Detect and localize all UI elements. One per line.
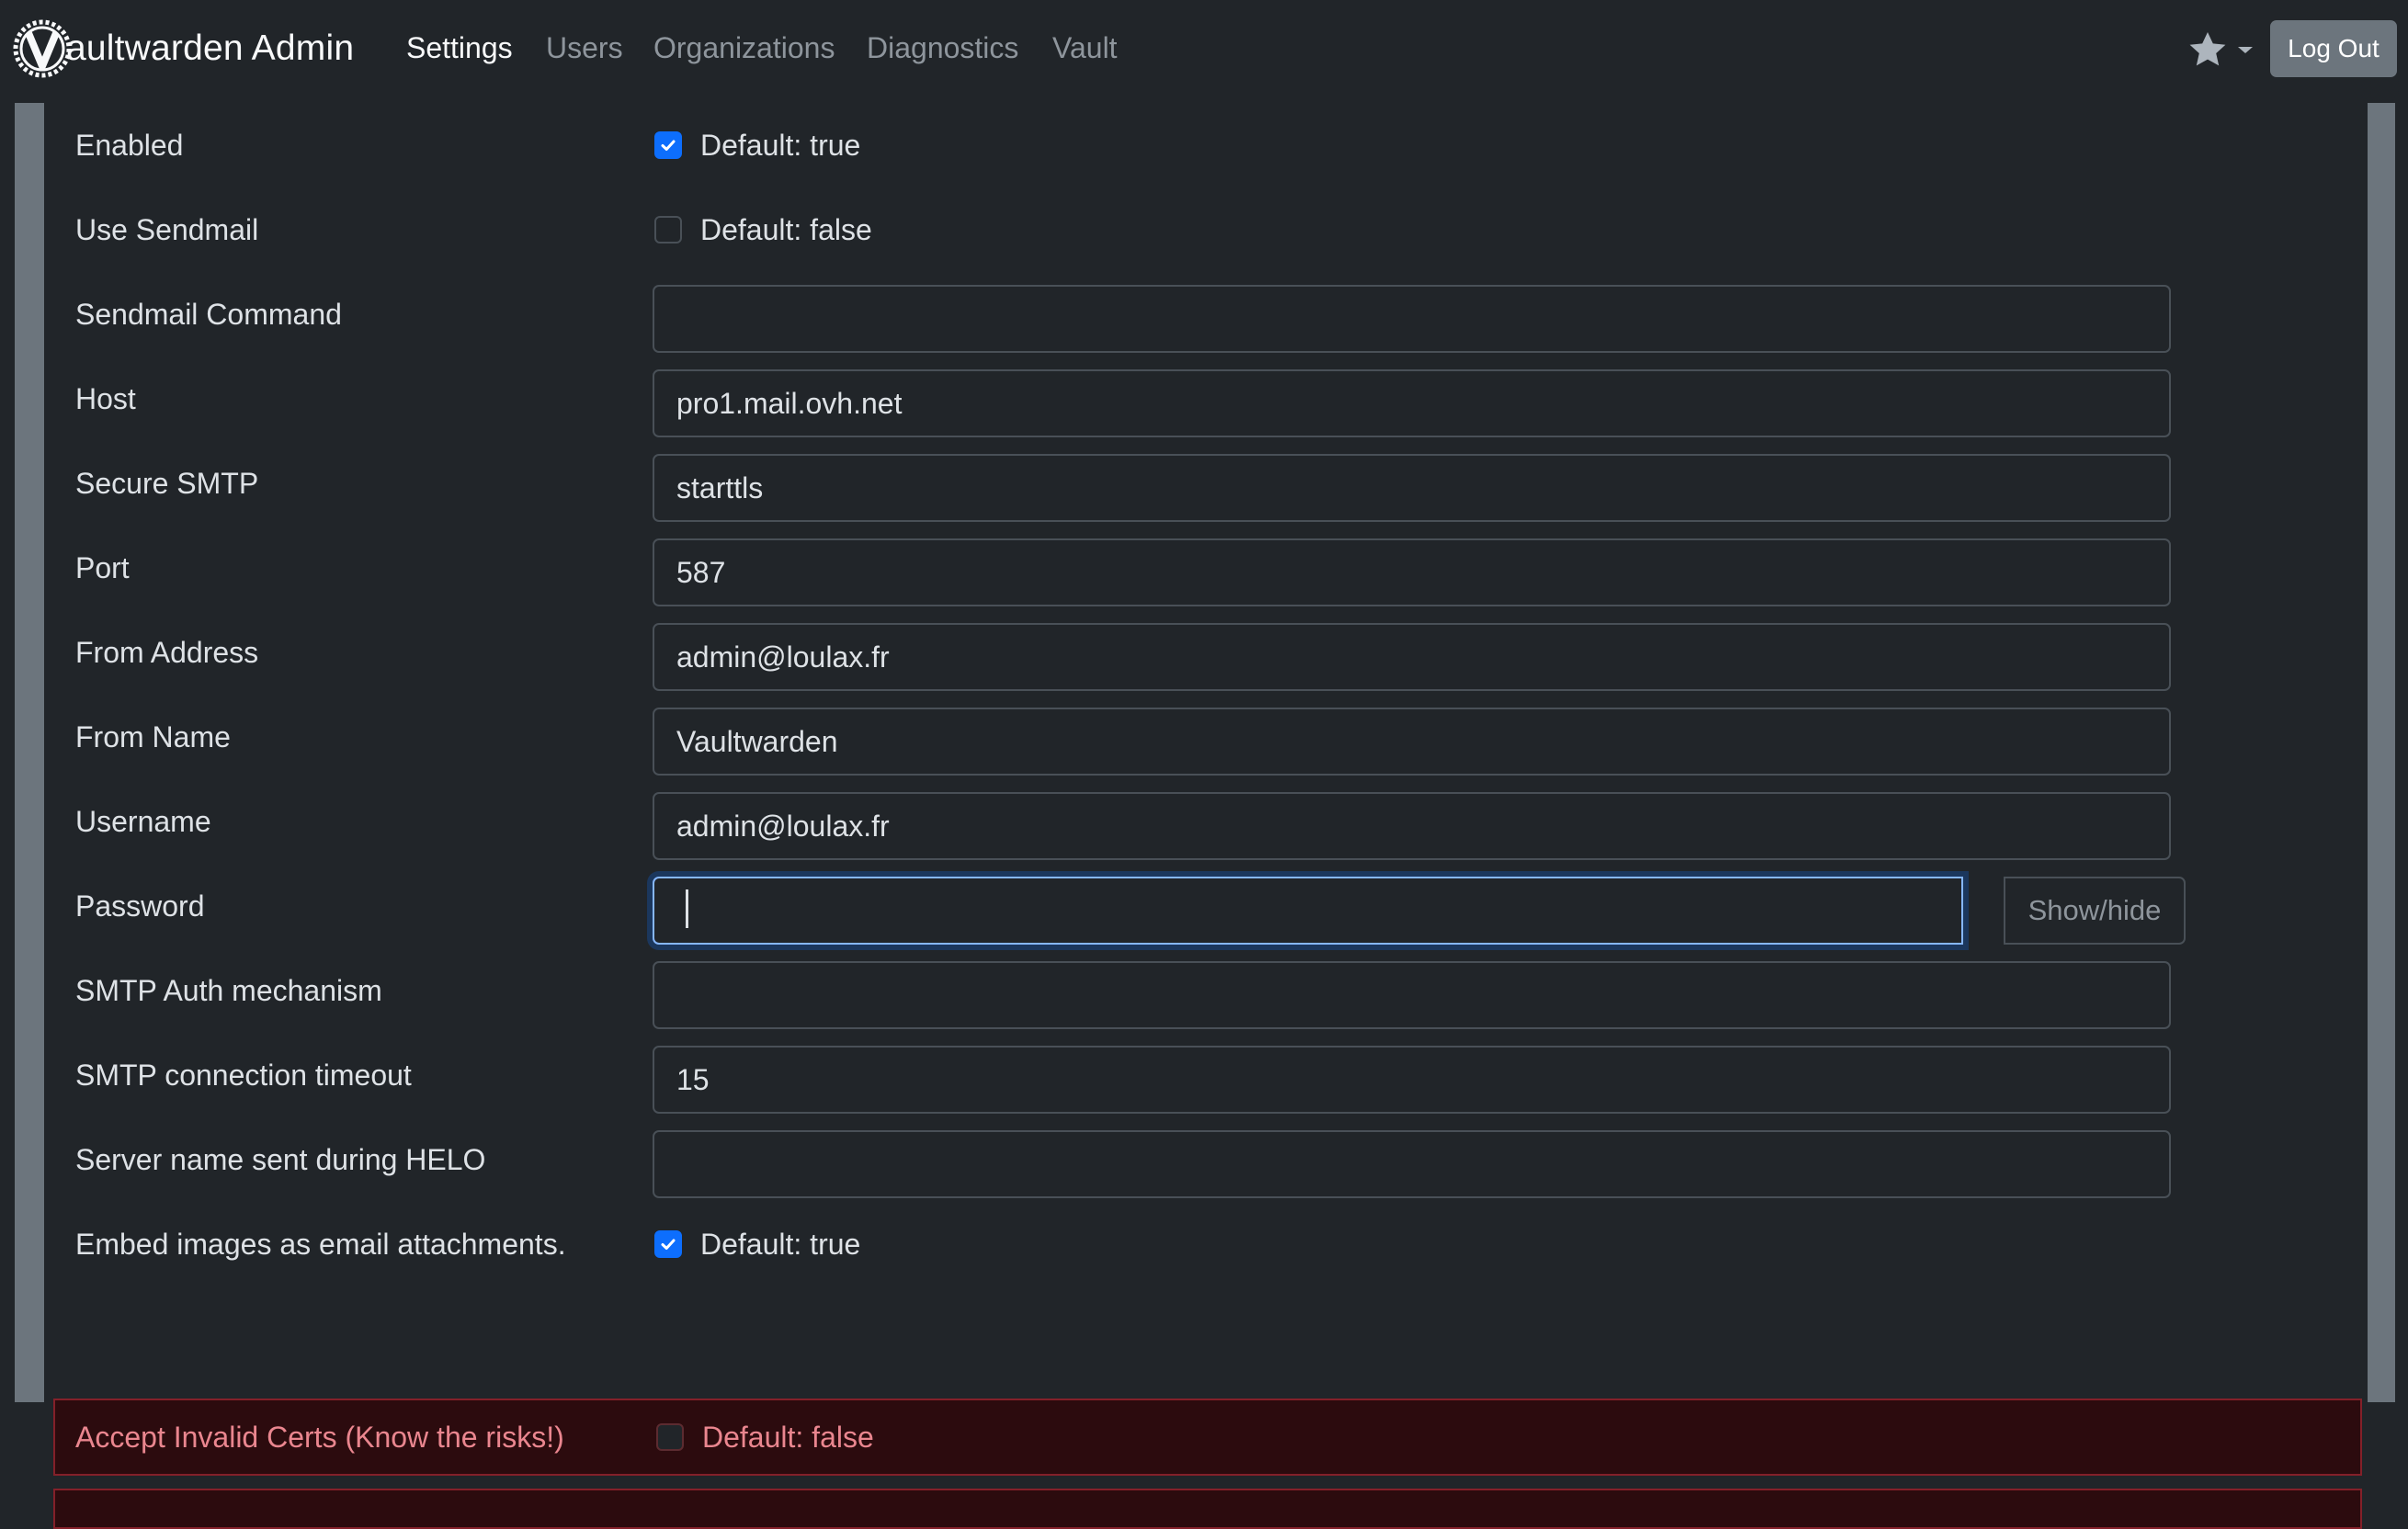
chevron-down-icon [2238, 47, 2253, 53]
setting-row-auth-mechanism: SMTP Auth mechanism [44, 948, 2368, 1033]
smtp-settings-card: Enabled Default: true Use Sendmail Defau… [44, 103, 2368, 1529]
default-hint: Default: true [700, 1227, 861, 1261]
embed-images-checkbox[interactable] [654, 1230, 682, 1258]
brand[interactable]: aultwarden Admin [13, 17, 354, 81]
use-sendmail-checkbox[interactable] [654, 216, 682, 244]
helo-name-input[interactable] [653, 1130, 2171, 1198]
default-hint: Default: false [700, 212, 872, 246]
nav-settings[interactable]: Settings [406, 31, 513, 65]
setting-label: Embed images as email attachments. [75, 1228, 566, 1261]
setting-row-sendmail-command: Sendmail Command [44, 272, 2368, 357]
setting-label: Port [75, 551, 130, 584]
setting-row-from-name: From Name [44, 695, 2368, 779]
setting-label: Host [75, 382, 136, 415]
setting-label: SMTP Auth mechanism [75, 974, 382, 1007]
use-sendmail-checkbox-group[interactable]: Default: false [653, 187, 872, 272]
enabled-checkbox[interactable] [654, 131, 682, 159]
setting-row-password: Password Show/hide [44, 864, 2368, 948]
from-name-input[interactable] [653, 708, 2171, 776]
username-input[interactable] [653, 792, 2171, 860]
next-danger-setting-row [53, 1489, 2362, 1529]
theme-dropdown[interactable] [2186, 28, 2255, 72]
setting-label: Username [75, 805, 211, 838]
nav-diagnostics[interactable]: Diagnostics [867, 31, 1018, 65]
setting-row-accept-invalid-certs: Accept Invalid Certs (Know the risks!) D… [53, 1399, 2362, 1476]
logout-button[interactable]: Log Out [2270, 20, 2397, 77]
auth-mechanism-input[interactable] [653, 961, 2171, 1029]
secure-smtp-input[interactable] [653, 454, 2171, 522]
vaultwarden-logo-icon [13, 19, 72, 78]
setting-label: From Address [75, 636, 259, 669]
setting-label: Server name sent during HELO [75, 1143, 486, 1176]
show-hide-password-button[interactable]: Show/hide [2004, 877, 2186, 945]
password-input[interactable] [653, 877, 1963, 945]
setting-label: Accept Invalid Certs (Know the risks!) [75, 1421, 564, 1454]
setting-label: Password [75, 889, 205, 923]
setting-row-embed-images: Embed images as email attachments. Defau… [44, 1202, 2368, 1286]
star-icon [2189, 32, 2226, 66]
embed-images-checkbox-group[interactable]: Default: true [653, 1202, 860, 1286]
setting-label: Use Sendmail [75, 213, 259, 246]
nav-organizations[interactable]: Organizations [653, 31, 835, 65]
setting-row-use-sendmail: Use Sendmail Default: false [44, 187, 2368, 272]
setting-label: From Name [75, 720, 231, 753]
setting-row-port: Port [44, 526, 2368, 610]
timeout-input[interactable] [653, 1046, 2171, 1114]
scrollbar-track[interactable] [2368, 103, 2395, 1402]
setting-label: Enabled [75, 129, 184, 162]
top-navbar: aultwarden Admin Settings Users Organiza… [0, 0, 2408, 103]
nav-users[interactable]: Users [546, 31, 623, 65]
sendmail-command-input[interactable] [653, 285, 2171, 353]
setting-row-host: Host [44, 357, 2368, 441]
from-address-input[interactable] [653, 623, 2171, 691]
check-icon [661, 140, 676, 151]
setting-label: SMTP connection timeout [75, 1059, 412, 1092]
default-hint: Default: false [702, 1420, 874, 1454]
host-input[interactable] [653, 369, 2171, 437]
text-caret [686, 889, 688, 928]
setting-row-from-address: From Address [44, 610, 2368, 695]
setting-row-username: Username [44, 779, 2368, 864]
setting-row-helo-name: Server name sent during HELO [44, 1117, 2368, 1202]
setting-row-secure-smtp: Secure SMTP [44, 441, 2368, 526]
enabled-checkbox-group[interactable]: Default: true [653, 103, 860, 187]
setting-row-timeout: SMTP connection timeout [44, 1033, 2368, 1117]
setting-label: Secure SMTP [75, 467, 259, 500]
setting-label: Sendmail Command [75, 298, 342, 331]
port-input[interactable] [653, 538, 2171, 606]
accept-invalid-certs-checkbox-group[interactable]: Default: false [654, 1400, 874, 1474]
check-icon [661, 1239, 676, 1250]
nav-vault[interactable]: Vault [1052, 31, 1118, 65]
setting-row-enabled: Enabled Default: true [44, 103, 2368, 187]
accept-invalid-certs-checkbox[interactable] [656, 1423, 684, 1451]
brand-text: aultwarden Admin [66, 28, 355, 68]
default-hint: Default: true [700, 128, 861, 162]
